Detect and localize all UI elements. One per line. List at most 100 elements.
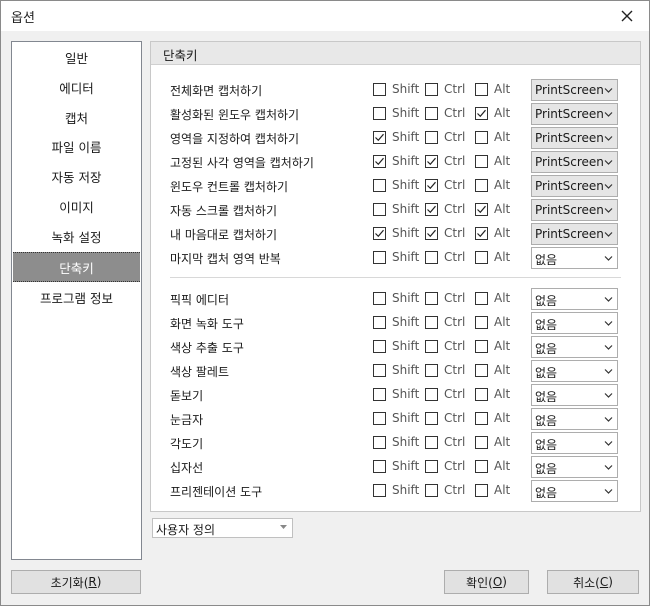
sidebar-item-editor[interactable]: 에디터 [13,73,140,101]
reset-button[interactable]: 초기화(R) [11,570,141,594]
shift-checkbox[interactable] [373,436,386,449]
cancel-button[interactable]: 취소(C) [547,570,639,594]
ctrl-label: Ctrl [444,459,466,473]
key-dropdown[interactable]: PrintScreen [531,103,618,125]
shift-checkbox[interactable] [373,179,386,192]
alt-checkbox[interactable] [475,340,488,353]
alt-checkbox[interactable] [475,131,488,144]
shift-label: Shift [392,339,420,353]
options-dialog: 옵션 일반 에디터 캡처 파일 이름 자동 저장 이미지 녹화 설정 단축키 프… [0,0,650,606]
key-dropdown[interactable]: 없음 [531,336,618,358]
key-dropdown[interactable]: 없음 [531,456,618,478]
key-dropdown[interactable]: 없음 [531,312,618,334]
sidebar-item-label: 녹화 설정 [51,229,102,245]
preset-dropdown[interactable]: 사용자 정의 [152,518,293,538]
ctrl-checkbox[interactable] [425,179,438,192]
shift-checkbox[interactable] [373,107,386,120]
key-dropdown[interactable]: 없음 [531,288,618,310]
shift-checkbox[interactable] [373,364,386,377]
ctrl-checkbox[interactable] [425,83,438,96]
shift-checkbox[interactable] [373,203,386,216]
alt-checkbox[interactable] [475,179,488,192]
alt-checkbox[interactable] [475,388,488,401]
alt-checkbox[interactable] [475,155,488,168]
close-icon [621,10,633,22]
window-title: 옵션 [11,11,35,26]
key-value: PrintScreen [535,155,604,169]
key-dropdown[interactable]: 없음 [531,360,618,382]
key-dropdown[interactable]: 없음 [531,432,618,454]
ctrl-checkbox[interactable] [425,292,438,305]
alt-checkbox[interactable] [475,460,488,473]
key-dropdown[interactable]: PrintScreen [531,151,618,173]
ctrl-checkbox[interactable] [425,107,438,120]
key-value: PrintScreen [535,227,604,241]
alt-checkbox[interactable] [475,107,488,120]
chevron-down-icon [604,112,613,117]
shift-checkbox[interactable] [373,388,386,401]
sidebar-item-autosave[interactable]: 자동 저장 [13,162,140,190]
shift-checkbox[interactable] [373,484,386,497]
chevron-down-icon [604,465,613,470]
alt-checkbox[interactable] [475,292,488,305]
ctrl-checkbox[interactable] [425,251,438,264]
shift-label: Shift [392,154,420,168]
check-icon [375,133,384,142]
shift-checkbox[interactable] [373,316,386,329]
shift-label: Shift [392,202,420,216]
alt-checkbox[interactable] [475,251,488,264]
ctrl-label: Ctrl [444,483,466,497]
alt-checkbox[interactable] [475,436,488,449]
alt-checkbox[interactable] [475,484,488,497]
key-dropdown[interactable]: PrintScreen [531,127,618,149]
sidebar-item-filename[interactable]: 파일 이름 [13,132,140,160]
ctrl-checkbox[interactable] [425,227,438,240]
alt-checkbox[interactable] [475,364,488,377]
shift-checkbox[interactable] [373,340,386,353]
ctrl-checkbox[interactable] [425,412,438,425]
key-dropdown[interactable]: PrintScreen [531,223,618,245]
ctrl-checkbox[interactable] [425,364,438,377]
key-dropdown[interactable]: 없음 [531,408,618,430]
alt-checkbox[interactable] [475,316,488,329]
shift-checkbox[interactable] [373,460,386,473]
chevron-down-icon [604,208,613,213]
shift-checkbox[interactable] [373,412,386,425]
shift-checkbox[interactable] [373,131,386,144]
ctrl-checkbox[interactable] [425,340,438,353]
ctrl-checkbox[interactable] [425,388,438,401]
key-dropdown[interactable]: PrintScreen [531,199,618,221]
key-dropdown[interactable]: 없음 [531,480,618,502]
close-button[interactable] [615,4,639,28]
sidebar-item-general[interactable]: 일반 [13,43,140,71]
ctrl-checkbox[interactable] [425,131,438,144]
alt-checkbox[interactable] [475,203,488,216]
key-dropdown[interactable]: 없음 [531,384,618,406]
key-dropdown[interactable]: 없음 [531,247,618,269]
shift-checkbox[interactable] [373,227,386,240]
chevron-down-icon [604,345,613,350]
alt-checkbox[interactable] [475,227,488,240]
ctrl-checkbox[interactable] [425,155,438,168]
shift-checkbox[interactable] [373,155,386,168]
sidebar-item-image[interactable]: 이미지 [13,192,140,220]
ctrl-checkbox[interactable] [425,460,438,473]
hotkey-label: 윈도우 컨트롤 캡처하기 [170,180,289,194]
section-divider [170,277,621,278]
ctrl-checkbox[interactable] [425,436,438,449]
alt-checkbox[interactable] [475,83,488,96]
ctrl-checkbox[interactable] [425,316,438,329]
sidebar-item-about[interactable]: 프로그램 정보 [13,283,140,311]
shift-checkbox[interactable] [373,251,386,264]
ctrl-checkbox[interactable] [425,484,438,497]
sidebar-item-hotkeys[interactable]: 단축키 [13,252,140,282]
key-dropdown[interactable]: PrintScreen [531,175,618,197]
shift-checkbox[interactable] [373,83,386,96]
ctrl-checkbox[interactable] [425,203,438,216]
sidebar-item-capture[interactable]: 캡처 [13,103,140,131]
alt-checkbox[interactable] [475,412,488,425]
sidebar-item-recording[interactable]: 녹화 설정 [13,222,140,250]
ok-button[interactable]: 확인(O) [444,570,529,594]
key-dropdown[interactable]: PrintScreen [531,79,618,101]
shift-checkbox[interactable] [373,292,386,305]
